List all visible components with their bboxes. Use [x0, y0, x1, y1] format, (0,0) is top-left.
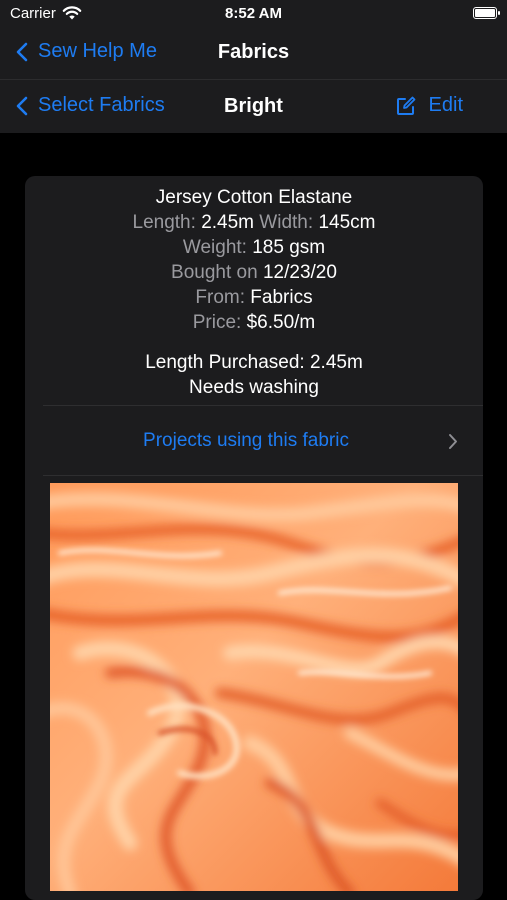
care-note: Needs washing — [189, 377, 319, 398]
battery-icon — [473, 7, 500, 19]
width-label: Width: — [259, 212, 314, 233]
width-value: 145cm — [318, 212, 376, 233]
bought-label: Bought on — [171, 262, 258, 283]
length-purchased: Length Purchased: 2.45m — [145, 352, 363, 373]
fabric-photo — [50, 483, 458, 891]
chevron-right-icon — [449, 434, 457, 449]
weight-value: 185 gsm — [252, 237, 326, 258]
nav-title-fabrics: Fabrics — [217, 41, 290, 63]
weight-label: Weight: — [182, 237, 247, 258]
edit-icon — [396, 96, 415, 115]
fabric-name: Jersey Cotton Elastane — [155, 187, 353, 208]
price-value: $6.50/m — [246, 312, 316, 333]
length-label: Length: — [132, 212, 196, 233]
projects-link-label: Projects using this fabric — [143, 430, 349, 451]
divider — [43, 475, 483, 476]
projects-using-fabric-row[interactable]: Projects using this fabric — [25, 406, 483, 474]
price-label: Price: — [192, 312, 242, 333]
secondary-nav-bar: Select Fabrics Bright Edit — [0, 80, 507, 133]
from-value: Fabrics — [250, 287, 313, 308]
status-bar: Carrier 8:52 AM — [0, 0, 507, 28]
bought-value: 12/23/20 — [262, 262, 337, 283]
edit-button[interactable]: Edit — [396, 94, 463, 117]
bought-row: Bought on 12/23/20 — [25, 260, 483, 285]
fabric-info: Jersey Cotton Elastane Length: 2.45m Wid… — [25, 185, 483, 400]
edit-button-label: Edit — [428, 94, 463, 116]
dimensions-row: Length: 2.45m Width: 145cm — [25, 210, 483, 235]
from-label: From: — [195, 287, 246, 308]
price-row: Price: $6.50/m — [25, 310, 483, 335]
fabric-detail-card: Jersey Cotton Elastane Length: 2.45m Wid… — [25, 176, 483, 900]
length-value: 2.45m — [201, 212, 255, 233]
weight-row: Weight: 185 gsm — [25, 235, 483, 260]
primary-nav-bar: Sew Help Me Fabrics — [0, 28, 507, 80]
status-time: 8:52 AM — [225, 5, 282, 22]
from-row: From: Fabrics — [25, 285, 483, 310]
